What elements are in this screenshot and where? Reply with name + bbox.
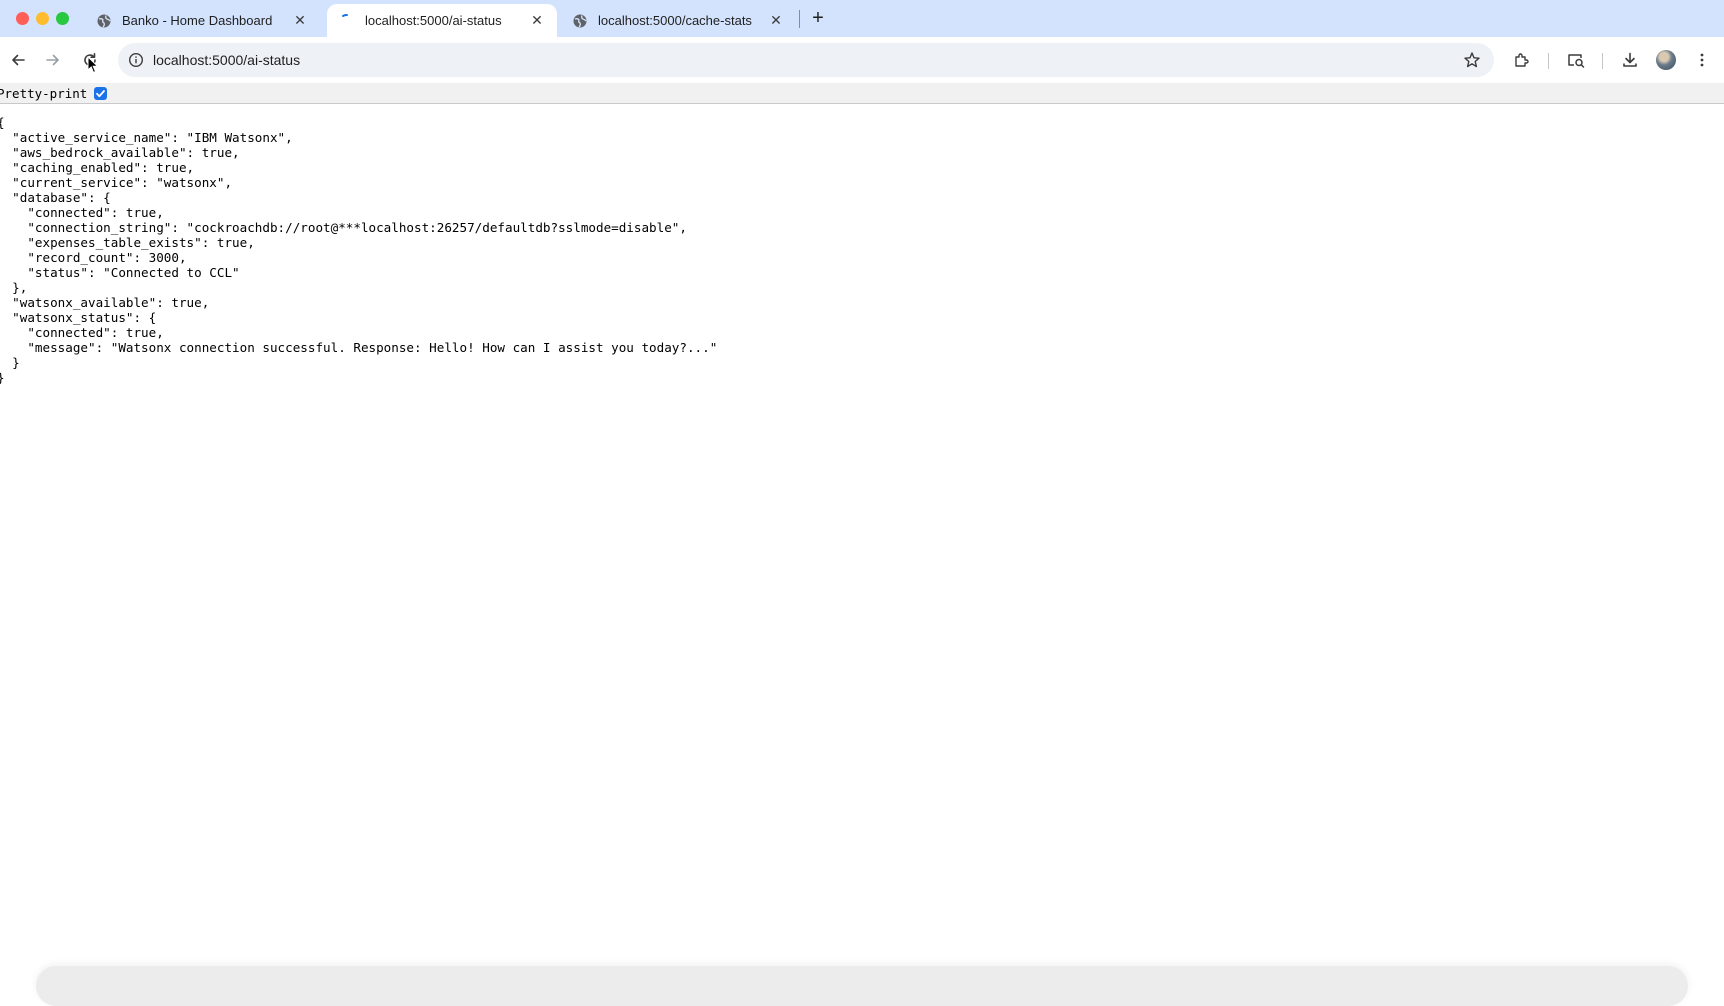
- json-line: "message": "Watsonx connection successfu…: [0, 340, 718, 355]
- bottom-shelf: [36, 966, 1688, 1006]
- close-window-button[interactable]: [16, 12, 29, 25]
- json-line: "aws_bedrock_available": true,: [0, 145, 240, 160]
- close-icon[interactable]: ✕: [768, 12, 784, 29]
- tab-title: localhost:5000/ai-status: [365, 13, 502, 28]
- url-text[interactable]: localhost:5000/ai-status: [153, 52, 300, 68]
- tab-title: Banko - Home Dashboard: [122, 13, 273, 28]
- back-icon: [12, 54, 25, 66]
- mouse-cursor-icon: [87, 56, 99, 74]
- avatar[interactable]: [1656, 50, 1676, 70]
- forward-icon: [46, 54, 59, 66]
- maximize-window-button[interactable]: [56, 12, 69, 25]
- close-icon[interactable]: ✕: [529, 12, 545, 29]
- address-bar[interactable]: localhost:5000/ai-status: [118, 43, 1494, 77]
- new-tab-button[interactable]: +: [806, 6, 830, 30]
- close-icon[interactable]: ✕: [292, 12, 308, 29]
- json-line: "active_service_name": "IBM Watsonx",: [0, 130, 293, 145]
- json-line: "connected": true,: [0, 205, 164, 220]
- downloads-button[interactable]: [1616, 46, 1644, 74]
- json-line: "watsonx_available": true,: [0, 295, 210, 310]
- star-icon: [1464, 52, 1480, 68]
- json-line: "caching_enabled": true,: [0, 160, 195, 175]
- tab-title: localhost:5000/cache-stats: [598, 13, 752, 28]
- pretty-print-label: Pretty-print: [0, 86, 88, 101]
- json-line: }: [12, 355, 20, 370]
- extensions-icon: [1515, 53, 1529, 67]
- json-line: "expenses_table_exists": true,: [0, 235, 255, 250]
- site-info-button[interactable]: [126, 50, 146, 70]
- json-line: "current_service": "watsonx",: [0, 175, 233, 190]
- cast-search-button[interactable]: [1562, 46, 1590, 74]
- tab-banko-home-dashboard[interactable]: Banko - Home Dashboard ✕: [84, 4, 320, 37]
- json-line: }: [0, 370, 717, 385]
- tab-cache-stats[interactable]: localhost:5000/cache-stats ✕: [560, 4, 796, 37]
- tab-ai-status[interactable]: localhost:5000/ai-status ✕: [327, 4, 557, 37]
- toolbar-separator: [1602, 53, 1603, 69]
- json-line: },: [0, 280, 28, 295]
- cast-search-icon: [1568, 54, 1585, 68]
- extensions-button[interactable]: [1508, 46, 1536, 74]
- bookmark-button[interactable]: [1462, 50, 1482, 70]
- menu-icon: [1700, 53, 1704, 67]
- json-line: "connection_string": "cockroachdb://root…: [0, 220, 687, 235]
- json-line: "database": {: [0, 190, 111, 205]
- pretty-print-checkbox[interactable]: [94, 87, 107, 100]
- json-line: "status": "Connected to CCL": [0, 265, 240, 280]
- forward-button[interactable]: [39, 46, 67, 74]
- toolbar-separator: [1548, 53, 1549, 69]
- pretty-print-bar: Pretty-print: [0, 83, 1724, 104]
- minimize-window-button[interactable]: [36, 12, 49, 25]
- json-content: { "active_service_name": "IBM Watsonx", …: [0, 115, 717, 385]
- loading-spinner-icon: [342, 13, 348, 17]
- json-line: "watsonx_status": {: [0, 310, 157, 325]
- globe-icon: [97, 14, 111, 27]
- checkmark-icon: [96, 90, 105, 98]
- toolbar: localhost:5000/ai-status: [0, 37, 1724, 83]
- menu-button[interactable]: [1688, 46, 1716, 74]
- json-line: {: [0, 115, 717, 130]
- tab-separator: [799, 10, 800, 28]
- info-icon: [128, 52, 144, 68]
- json-line: "connected": true,: [0, 325, 164, 340]
- back-button[interactable]: [4, 46, 32, 74]
- download-icon: [1623, 52, 1637, 67]
- tab-strip: Banko - Home Dashboard ✕ localhost:5000/…: [0, 0, 1724, 37]
- json-line: "record_count": 3000,: [0, 250, 187, 265]
- globe-icon: [573, 14, 587, 27]
